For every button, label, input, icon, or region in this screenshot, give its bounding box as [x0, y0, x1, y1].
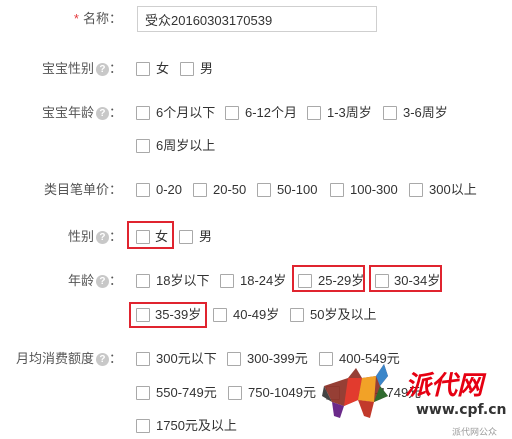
checkbox-price-2[interactable]	[257, 183, 271, 197]
checkbox-baby-age-0[interactable]	[136, 106, 150, 120]
checkbox-price-1[interactable]	[193, 183, 207, 197]
checkbox-age-3[interactable]	[375, 274, 389, 288]
option-male: 男	[199, 229, 213, 244]
checkbox-spend-1[interactable]	[227, 352, 241, 366]
colon: ：	[108, 273, 122, 288]
checkbox-age-2[interactable]	[298, 274, 312, 288]
colon: ：	[108, 61, 122, 76]
required-mark: *	[73, 11, 79, 26]
option-baby-age-2: 1-3周岁	[327, 105, 372, 120]
option-price-1: 20-50	[213, 182, 247, 197]
help-icon[interactable]: ?	[95, 63, 109, 77]
checkbox-price-4[interactable]	[409, 183, 423, 197]
gender-label: 性别?：	[68, 228, 122, 246]
option-baby-age-3: 3-6周岁	[403, 105, 448, 120]
checkbox-baby-female[interactable]	[136, 62, 150, 76]
checkbox-age-1[interactable]	[220, 274, 234, 288]
gender-label-text: 性别	[67, 229, 94, 244]
option-baby-age-0: 6个月以下	[156, 105, 216, 120]
option-price-4: 300以上	[429, 182, 477, 197]
name-label-text: 名称：	[82, 11, 122, 26]
option-price-2: 50-100	[277, 182, 318, 197]
option-spend-3: 550-749元	[156, 385, 217, 400]
option-price-0: 0-20	[156, 182, 183, 197]
checkbox-spend-0[interactable]	[136, 352, 150, 366]
baby-gender-label: 宝宝性别?：	[42, 60, 122, 78]
option-age-1: 18-24岁	[240, 273, 287, 288]
url-watermark: www.cpf.cn	[416, 402, 507, 418]
help-icon[interactable]: ?	[95, 107, 109, 121]
option-age-5: 40-49岁	[233, 307, 280, 322]
option-age-3: 30-34岁	[394, 273, 441, 288]
name-label: * 名称：	[74, 10, 122, 28]
checkbox-price-0[interactable]	[136, 183, 150, 197]
option-price-3: 100-300	[350, 182, 398, 197]
baby-gender-label-text: 宝宝性别	[41, 61, 94, 76]
checkbox-baby-age-4[interactable]	[136, 139, 150, 153]
checkbox-age-0[interactable]	[136, 274, 150, 288]
checkbox-baby-male[interactable]	[180, 62, 194, 76]
monthly-spend-label: 月均消费额度?：	[16, 350, 122, 368]
brand-watermark: 派代网	[405, 371, 484, 401]
option-age-0: 18岁以下	[156, 273, 210, 288]
checkbox-spend-3[interactable]	[136, 386, 150, 400]
option-baby-female: 女	[156, 61, 170, 76]
checkbox-spend-4[interactable]	[228, 386, 242, 400]
checkbox-age-5[interactable]	[213, 308, 227, 322]
checkbox-baby-age-3[interactable]	[383, 106, 397, 120]
option-spend-4: 750-1049元	[248, 385, 316, 400]
bull-logo-watermark	[322, 364, 388, 418]
baby-age-label: 宝宝年龄?：	[42, 104, 122, 122]
option-female: 女	[155, 229, 169, 244]
help-icon[interactable]: ?	[95, 353, 109, 367]
option-baby-male: 男	[200, 61, 214, 76]
checkbox-male[interactable]	[179, 230, 193, 244]
monthly-spend-label-text: 月均消费额度	[15, 351, 94, 366]
age-label-text: 年龄	[67, 273, 94, 288]
option-age-4: 35-39岁	[155, 307, 202, 322]
option-baby-age-1: 6-12个月	[245, 105, 298, 120]
checkbox-baby-age-1[interactable]	[225, 106, 239, 120]
category-price-label: 类目笔单价：	[43, 182, 122, 197]
checkbox-female[interactable]	[136, 230, 150, 244]
option-age-6: 50岁及以上	[310, 307, 377, 322]
checkbox-price-3[interactable]	[330, 183, 344, 197]
option-baby-age-4: 6周岁以上	[156, 138, 216, 153]
checkbox-baby-age-2[interactable]	[307, 106, 321, 120]
option-spend-0: 300元以下	[156, 351, 217, 366]
name-input[interactable]	[137, 6, 377, 32]
option-age-2: 25-29岁	[318, 273, 365, 288]
checkbox-age-4[interactable]	[136, 308, 150, 322]
option-spend-6: 1750元及以上	[156, 418, 237, 433]
option-spend-1: 300-399元	[247, 351, 308, 366]
help-icon[interactable]: ?	[95, 275, 109, 289]
colon: ：	[108, 105, 122, 120]
colon: ：	[108, 351, 122, 366]
help-icon[interactable]: ?	[95, 231, 109, 245]
checkbox-spend-6[interactable]	[136, 419, 150, 433]
baby-age-label-text: 宝宝年龄	[41, 105, 94, 120]
colon: ：	[108, 229, 122, 244]
sub-watermark: 派代网公众	[452, 427, 498, 437]
checkbox-age-6[interactable]	[290, 308, 304, 322]
age-label: 年龄?：	[68, 272, 122, 290]
